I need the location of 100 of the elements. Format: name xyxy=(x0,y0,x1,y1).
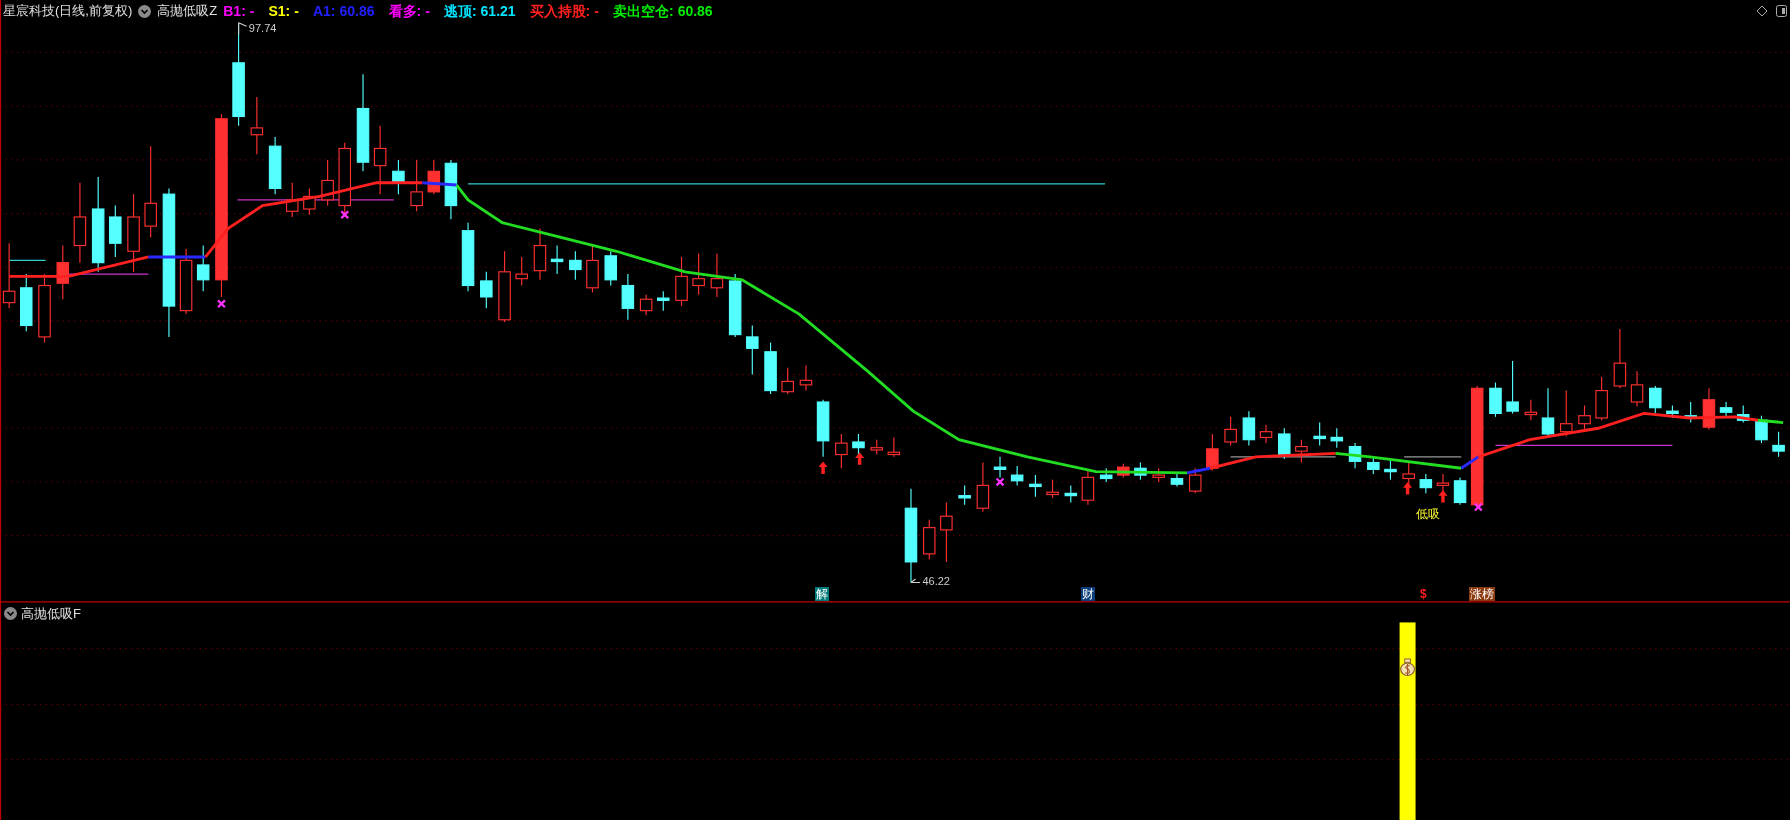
candlestick xyxy=(550,244,564,275)
indicator-readout: 买入持股: - xyxy=(529,1,599,21)
cross-marker-icon xyxy=(216,299,227,309)
candlestick xyxy=(1188,467,1202,494)
candlestick xyxy=(533,227,547,281)
pointer-line xyxy=(238,22,248,35)
candlestick xyxy=(1755,415,1768,444)
candlestick xyxy=(1081,469,1095,506)
candlestick xyxy=(1099,467,1113,483)
candlestick xyxy=(887,436,901,458)
candlestick xyxy=(1453,476,1467,506)
candlestick xyxy=(461,222,475,292)
indicator-readout: 看多: - xyxy=(388,1,430,21)
candlestick xyxy=(764,342,777,395)
candlestick xyxy=(1578,404,1591,430)
indicator-readout: 逃顶: 61.21 xyxy=(443,1,516,21)
candlestick xyxy=(1134,461,1147,481)
candlestick xyxy=(1029,474,1042,498)
candlestick xyxy=(1613,328,1627,389)
cross-marker-icon xyxy=(995,477,1005,487)
candlestick xyxy=(1559,390,1573,437)
candlestick xyxy=(20,273,33,332)
candlestick xyxy=(1278,427,1291,460)
candlestick xyxy=(480,271,493,309)
candlestick xyxy=(710,252,724,298)
candlestick xyxy=(1736,404,1750,424)
up-arrow-icon xyxy=(1403,481,1413,495)
candlestick xyxy=(976,461,990,513)
candlestick xyxy=(1152,467,1165,483)
candlestick xyxy=(56,244,70,300)
candlestick xyxy=(444,159,458,220)
candlestick xyxy=(1384,458,1397,481)
money-bag-icon xyxy=(1400,658,1415,677)
candlestick xyxy=(870,439,883,456)
candlestick xyxy=(958,484,971,506)
candlestick xyxy=(1419,473,1433,494)
event-tag[interactable]: 财 xyxy=(1081,586,1096,601)
candlestick xyxy=(285,182,299,218)
candlestick xyxy=(1224,416,1237,446)
pointer-line xyxy=(910,578,921,584)
candlestick xyxy=(922,519,936,561)
low-price-label: 46.22 xyxy=(922,576,950,588)
candlestick xyxy=(427,159,441,195)
up-arrow-icon xyxy=(818,461,828,474)
candlestick xyxy=(604,250,618,287)
candlestick xyxy=(1010,465,1024,486)
candlestick xyxy=(179,248,193,315)
candlestick xyxy=(515,256,528,287)
candlestick xyxy=(675,256,688,307)
level-line xyxy=(1403,456,1462,458)
candlestick xyxy=(1506,360,1519,414)
candlestick xyxy=(621,273,635,321)
candlestick xyxy=(799,364,813,392)
candlestick xyxy=(1259,424,1273,444)
candlestick xyxy=(196,244,210,292)
diamond-icon[interactable] xyxy=(1756,5,1768,17)
candlestick xyxy=(993,456,1007,478)
candlestick xyxy=(1524,399,1538,421)
candlestick xyxy=(1206,433,1219,472)
up-arrow-icon xyxy=(855,452,865,465)
candlestick xyxy=(1541,387,1555,437)
candlestick xyxy=(410,159,423,212)
candlestick xyxy=(1772,431,1785,458)
candlestick xyxy=(940,501,953,563)
indicator-readout: B1: - xyxy=(223,1,255,21)
collapse-icon[interactable] xyxy=(138,4,152,18)
candlestick xyxy=(1330,427,1344,449)
indicator-title: 高抛低吸Z xyxy=(157,2,218,21)
level-line xyxy=(8,259,47,261)
candlestick xyxy=(656,290,670,312)
event-tag[interactable]: 涨榜 xyxy=(1469,586,1496,601)
sub-indicator-title: 高抛低吸F xyxy=(21,605,81,623)
signal-label: 低吸 xyxy=(1415,508,1440,520)
candlestick xyxy=(1630,370,1644,408)
candlestick xyxy=(639,294,653,316)
candlestick xyxy=(692,252,705,296)
candlestick xyxy=(1595,376,1608,421)
event-tag[interactable]: 解 xyxy=(815,586,830,601)
candlestick xyxy=(835,433,848,469)
event-tag[interactable]: $ xyxy=(1419,586,1428,601)
candlestick xyxy=(1117,463,1130,478)
cross-marker-icon xyxy=(1473,502,1483,512)
collapse-icon[interactable] xyxy=(4,607,17,621)
panel-toggle-icon[interactable] xyxy=(1776,5,1787,17)
candlestick xyxy=(1295,439,1308,464)
candlestick xyxy=(250,96,264,155)
candlestick xyxy=(1367,456,1380,475)
candlestick xyxy=(1649,385,1662,414)
candlestick xyxy=(586,244,599,293)
candlestick xyxy=(38,273,51,344)
candlestick xyxy=(373,125,387,195)
candlestick xyxy=(816,399,830,458)
candlestick xyxy=(1684,401,1697,424)
candlestick xyxy=(1170,473,1184,488)
candlestick xyxy=(728,273,742,338)
candlestick xyxy=(1242,410,1256,446)
indicator-readout: 卖出空仓: 60.86 xyxy=(612,1,713,21)
indicator-readout: A1: 60.86 xyxy=(312,1,375,21)
cross-marker-icon xyxy=(340,210,350,220)
candlestick xyxy=(268,136,282,195)
